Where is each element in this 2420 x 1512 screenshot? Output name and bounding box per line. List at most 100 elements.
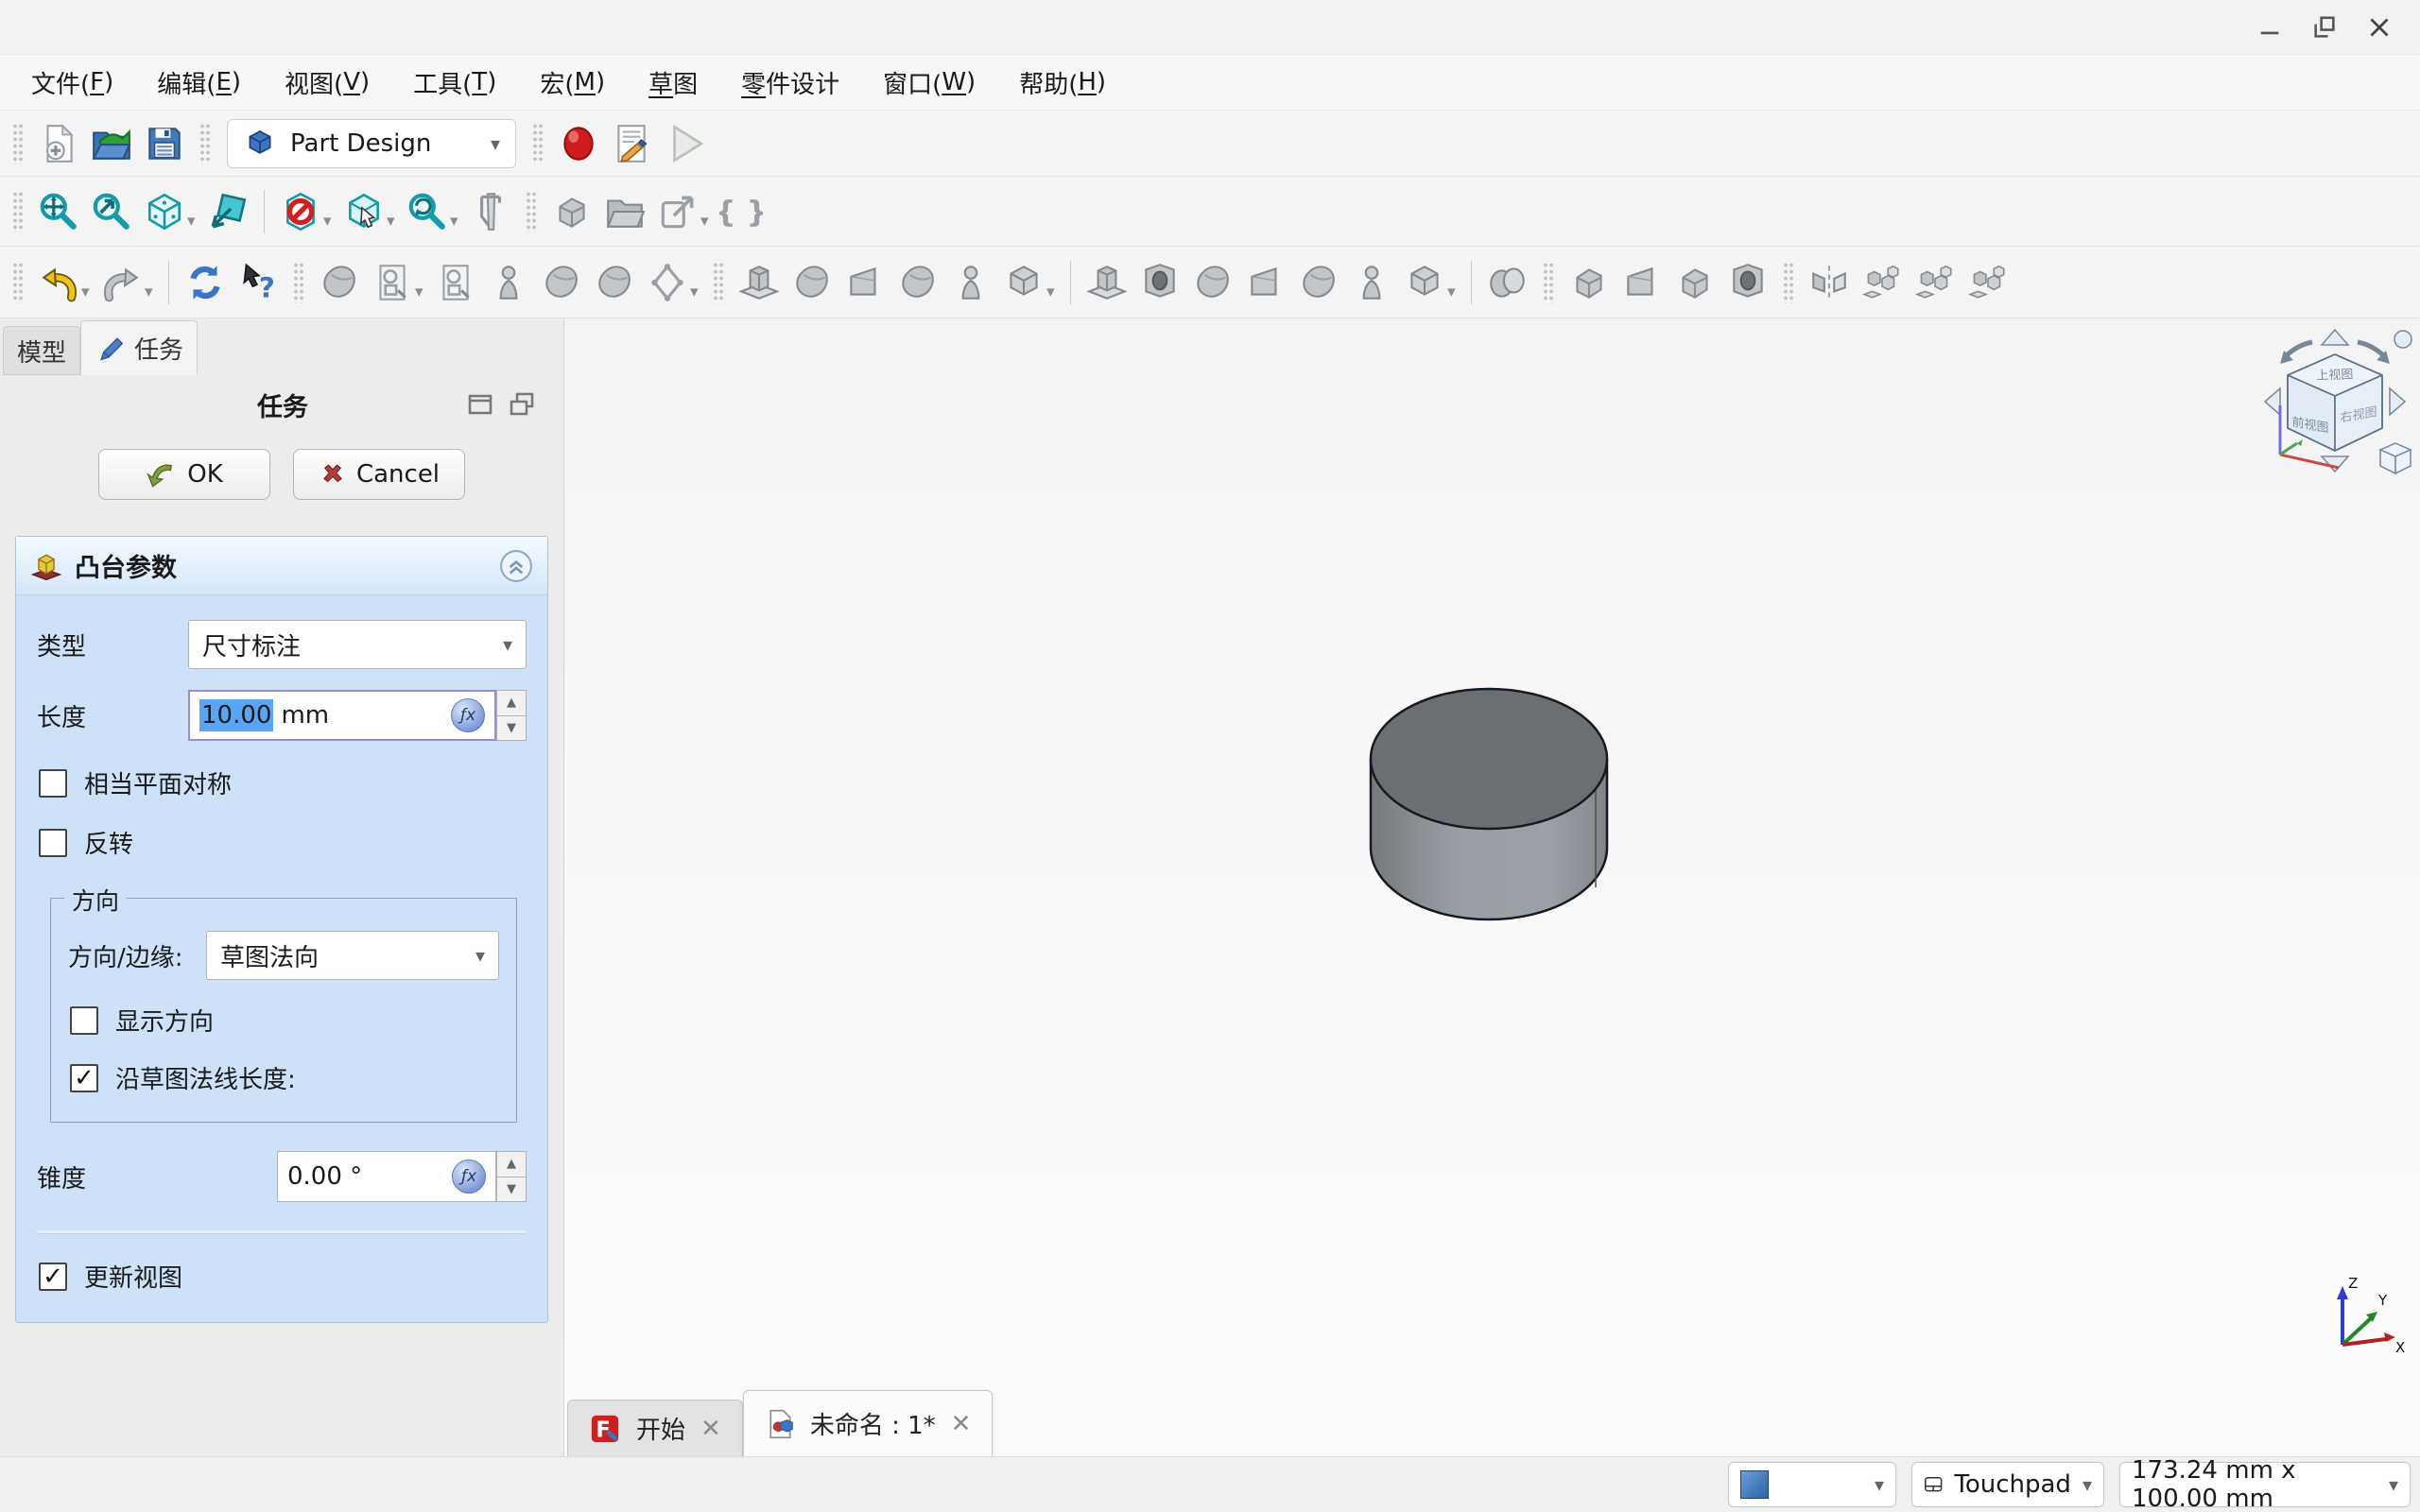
box-element-selection-dropdown[interactable]: ▾ <box>387 193 401 231</box>
tab-start-page[interactable]: F 开始 ✕ <box>567 1400 743 1456</box>
create-sketch-button[interactable] <box>366 255 419 310</box>
pocket-button[interactable] <box>1080 255 1133 310</box>
macro-edit-button[interactable] <box>605 116 658 171</box>
additive-primitive-dropdown[interactable]: ▾ <box>1046 264 1061 301</box>
create-part-button[interactable] <box>545 184 598 239</box>
linear-pattern-button[interactable] <box>1856 255 1909 310</box>
fit-selection-button[interactable] <box>85 184 138 239</box>
close-button[interactable] <box>2352 6 2407 49</box>
view-refresh-zoom-button[interactable] <box>401 184 454 239</box>
make-link-dropdown[interactable]: ▾ <box>700 193 715 231</box>
create-group-button[interactable] <box>598 184 651 239</box>
hole-button[interactable] <box>1133 255 1186 310</box>
dimension-combo[interactable]: 173.24 mm x 100.00 mm ▾ <box>2119 1462 2411 1507</box>
new-document-button[interactable] <box>32 116 85 171</box>
whats-this-button[interactable]: ? <box>232 255 285 310</box>
panel-minimize-button[interactable] <box>459 386 501 423</box>
edit-sketch-button[interactable] <box>429 255 482 310</box>
polar-pattern-button[interactable] <box>1909 255 1962 310</box>
menu-item-view[interactable]: 视图(V) <box>263 55 391 110</box>
toolbar-grip[interactable] <box>293 262 304 303</box>
menu-item-window[interactable]: 窗口(W) <box>861 55 997 110</box>
align-to-selection-button[interactable] <box>201 184 254 239</box>
measure-button[interactable] <box>464 184 517 239</box>
menu-item-help[interactable]: 帮助(H) <box>997 55 1128 110</box>
additive-primitive-button[interactable] <box>997 255 1050 310</box>
create-datum-plane-dropdown[interactable]: ▾ <box>690 264 704 301</box>
toolbar-grip[interactable] <box>1783 262 1794 303</box>
create-body-button[interactable] <box>313 255 366 310</box>
make-link-button[interactable] <box>651 184 704 239</box>
fillet-button[interactable] <box>1563 255 1616 310</box>
toolbar-grip[interactable] <box>532 123 544 164</box>
refresh-button[interactable] <box>179 255 232 310</box>
draft-button[interactable] <box>1668 255 1721 310</box>
tab-tasks[interactable]: 任务 <box>80 320 198 375</box>
taper-spin-up-button[interactable]: ▲ <box>496 1151 527 1177</box>
menu-item-macro[interactable]: 宏(M) <box>518 55 627 110</box>
expressions-button[interactable]: { } <box>715 184 768 239</box>
expression-editor-icon[interactable]: ƒx <box>452 1160 486 1194</box>
tab-document-close-icon[interactable]: ✕ <box>951 1410 972 1438</box>
ok-button[interactable]: OK <box>98 449 270 500</box>
symmetric-checkbox[interactable] <box>39 769 67 798</box>
panel-float-button[interactable] <box>501 386 543 423</box>
toolbar-grip[interactable] <box>713 262 724 303</box>
pad-solid[interactable] <box>1366 685 1612 938</box>
navigation-style-combo[interactable]: Touchpad ▾ <box>1911 1462 2104 1507</box>
menu-item-tools[interactable]: 工具(T) <box>391 55 518 110</box>
taper-spin-down-button[interactable]: ▼ <box>496 1177 527 1203</box>
length-spin-up-button[interactable]: ▲ <box>496 690 527 716</box>
reversed-checkbox[interactable] <box>39 829 67 857</box>
menu-item-edit[interactable]: 编辑(E) <box>135 55 263 110</box>
cancel-button[interactable]: Cancel <box>293 449 465 500</box>
groove-button[interactable] <box>1186 255 1239 310</box>
toolbar-grip[interactable] <box>12 191 24 232</box>
subtractive-helix-button[interactable] <box>1345 255 1398 310</box>
chamfer-button[interactable] <box>1616 255 1668 310</box>
create-datum-button[interactable] <box>482 255 535 310</box>
open-document-button[interactable] <box>85 116 138 171</box>
tab-document[interactable]: 未命名 : 1* ✕ <box>743 1390 994 1456</box>
thickness-button[interactable] <box>1721 255 1774 310</box>
undo-button[interactable] <box>32 255 85 310</box>
revolution-button[interactable] <box>786 255 838 310</box>
save-document-button[interactable] <box>138 116 191 171</box>
clipping-plane-dropdown[interactable]: ▾ <box>323 193 337 231</box>
fit-all-button[interactable] <box>32 184 85 239</box>
subtractive-primitive-dropdown[interactable]: ▾ <box>1447 264 1461 301</box>
additive-loft-button[interactable] <box>838 255 891 310</box>
box-element-selection-button[interactable] <box>337 184 390 239</box>
toolbar-grip[interactable] <box>12 123 24 164</box>
menu-item-sketch[interactable]: 草图 <box>627 55 719 110</box>
length-spinbox[interactable]: 10.00 mm ƒx ▲ ▼ <box>188 690 527 741</box>
toolbar-grip[interactable] <box>199 123 211 164</box>
view-refresh-zoom-dropdown[interactable]: ▾ <box>450 193 464 231</box>
restore-button[interactable] <box>2297 6 2352 49</box>
show-direction-checkbox[interactable] <box>70 1006 98 1035</box>
toolbar-grip[interactable] <box>12 262 24 303</box>
subtractive-pipe-button[interactable] <box>1292 255 1345 310</box>
create-shapebinder-button[interactable] <box>535 255 588 310</box>
toolbar-grip[interactable] <box>1543 262 1554 303</box>
collapse-section-button[interactable] <box>498 548 534 584</box>
update-view-checkbox[interactable] <box>39 1263 67 1291</box>
length-spin-down-button[interactable]: ▼ <box>496 716 527 742</box>
workbench-selector[interactable]: Part Design▾ <box>227 119 516 168</box>
menu-item-file[interactable]: 文件(F) <box>9 55 135 110</box>
status-swatch-combo[interactable]: ▾ <box>1728 1462 1896 1507</box>
navigation-cube[interactable]: 上视图 前视图 右视图 <box>2252 322 2418 489</box>
mirrored-button[interactable] <box>1803 255 1856 310</box>
subtractive-loft-button[interactable] <box>1239 255 1292 310</box>
redo-button[interactable] <box>95 255 148 310</box>
isometric-view-button[interactable] <box>138 184 191 239</box>
create-datum-plane-button[interactable] <box>641 255 694 310</box>
redo-dropdown[interactable]: ▾ <box>145 264 159 301</box>
tab-model[interactable]: 模型 <box>3 326 80 375</box>
3d-viewport[interactable]: 上视图 前视图 右视图 <box>564 318 2420 1456</box>
macro-record-button[interactable] <box>552 116 605 171</box>
expression-editor-icon[interactable]: ƒx <box>451 698 485 732</box>
undo-dropdown[interactable]: ▾ <box>81 264 95 301</box>
boolean-operation-button[interactable] <box>1481 255 1534 310</box>
menu-item-partdesign[interactable]: 零件设计 <box>719 55 861 110</box>
